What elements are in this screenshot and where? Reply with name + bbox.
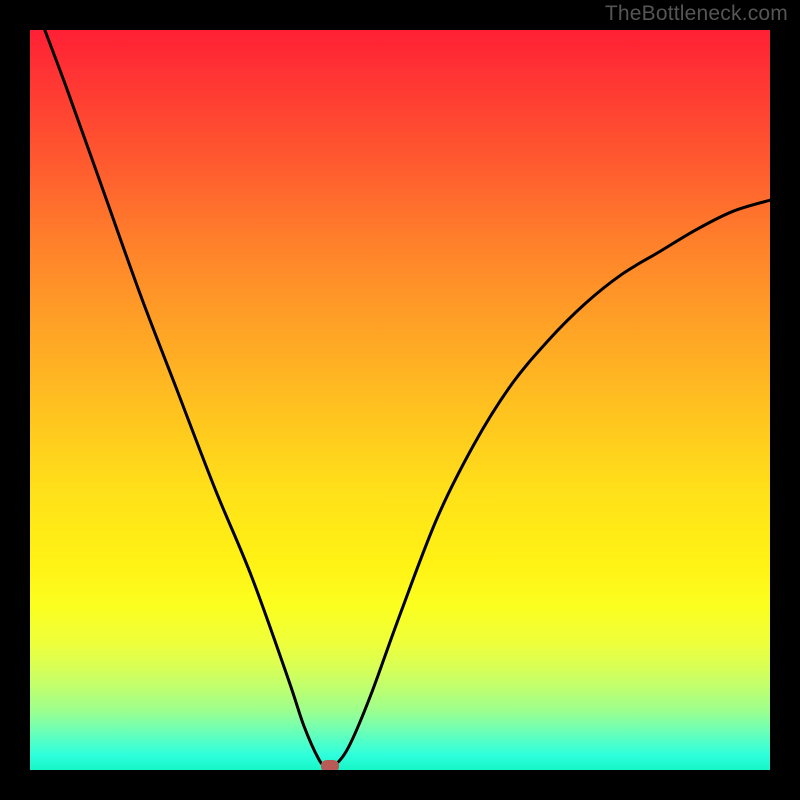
minimum-marker	[321, 760, 339, 770]
chart-frame: TheBottleneck.com	[0, 0, 800, 800]
bottleneck-curve	[30, 30, 770, 770]
watermark-text: TheBottleneck.com	[605, 2, 788, 26]
plot-gradient-area	[30, 30, 770, 770]
